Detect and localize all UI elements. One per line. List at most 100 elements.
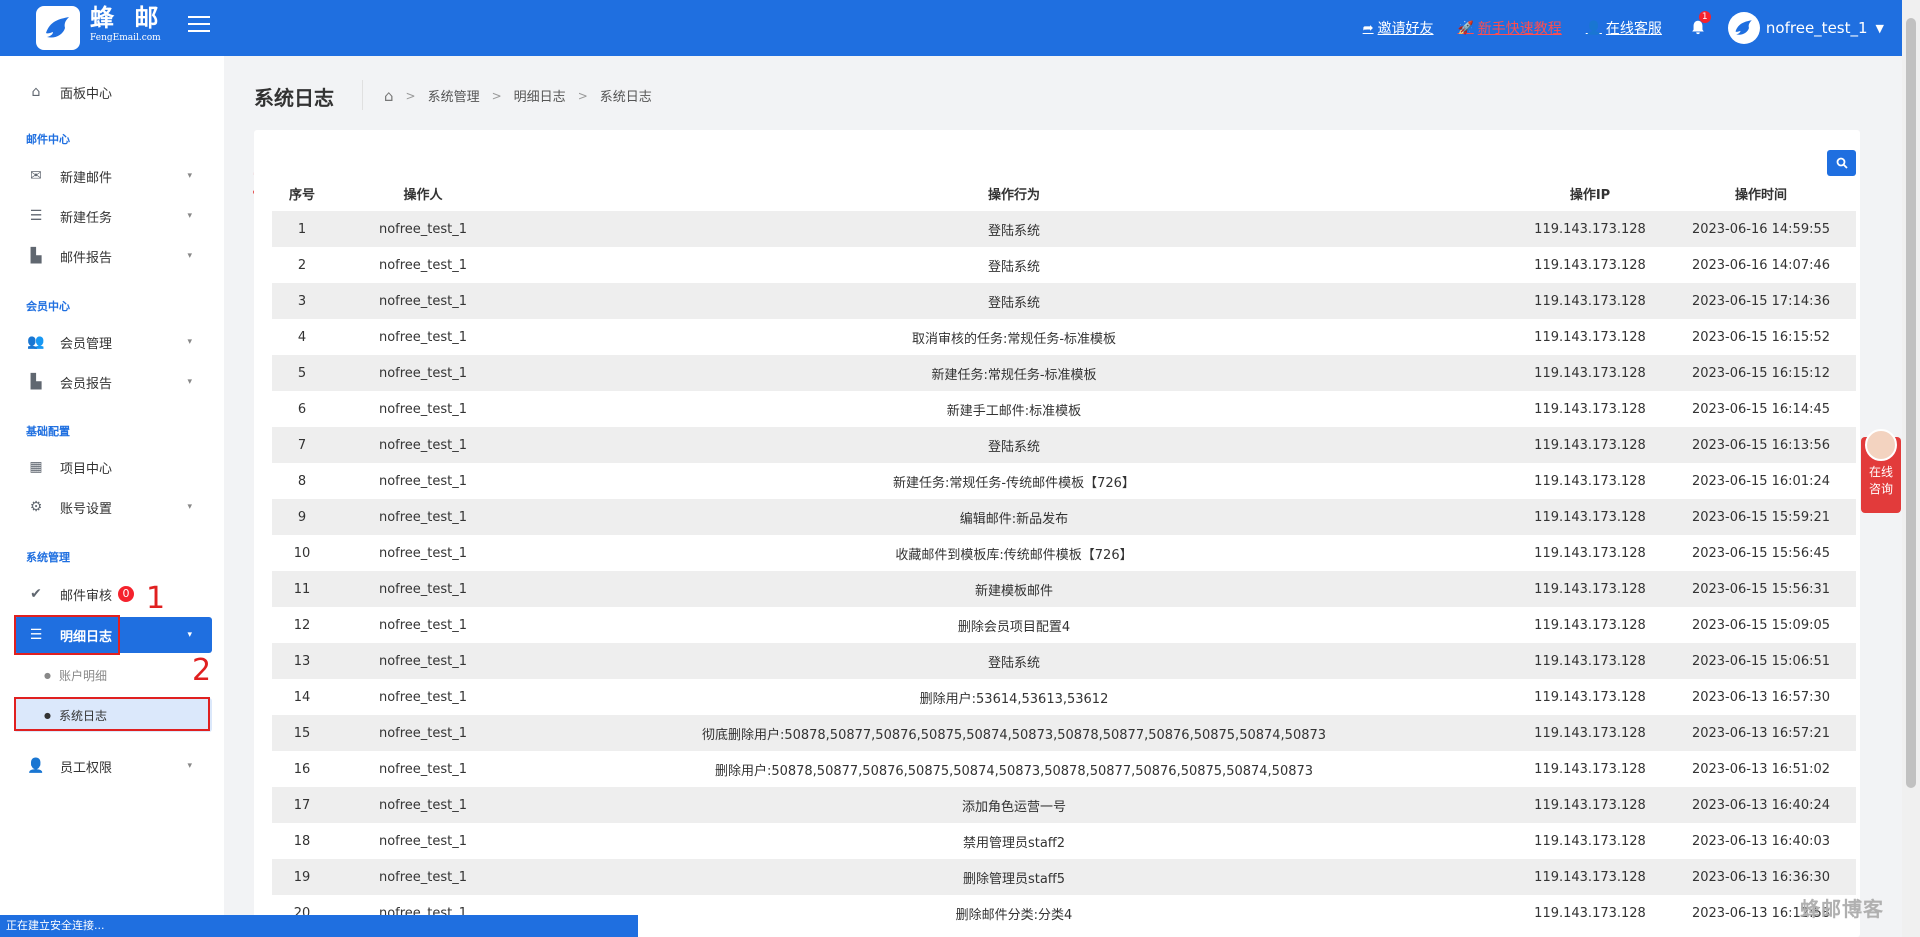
online-consult-widget[interactable]: 在线 咨询 [1861,429,1901,513]
sidebar-item-label: 邮件报告 [60,250,113,266]
sidebar-item-mail-report[interactable]: ▙ 邮件报告 ▾ [14,238,212,274]
cell-ip: 119.143.173.128 [1534,653,1646,669]
cell-ip: 119.143.173.128 [1534,437,1646,453]
breadcrumb-item[interactable]: 系统管理 [428,86,480,105]
cell-no: 14 [293,689,311,705]
sidebar-item-dashboard[interactable]: ⌂ 面板中心 [14,74,212,110]
chevron-down-icon: ▾ [187,337,192,347]
sidebar-item-member-manage[interactable]: 👥 会员管理 ▾ [14,324,212,360]
sidebar-subitem-account-detail[interactable]: ● 账户明细 [14,658,212,692]
table-row: 16 nofree_test_1 删除用户:50878,50877,50876,50… [272,751,1856,787]
cell-time: 2023-06-15 16:15:52 [1691,329,1831,345]
cell-action: 禁用管理员staff2 [962,835,1066,851]
chat-label-line2: 咨询 [1868,482,1893,496]
table-row: 6 nofree_test_1 新建手工邮件:标准模板 119.143.173.128… [272,391,1856,427]
cell-action: 取消审核的任务:常规任务-标准模板 [911,331,1117,347]
table-row: 14 nofree_test_1 删除用户:53614,53613,53612 119… [272,679,1856,715]
table-row: 11 nofree_test_1 新建模板邮件 119.143.173.128 2023… [272,571,1856,607]
section-system-manage: 系统管理 [26,551,70,564]
table-row: 5 nofree_test_1 新建任务:常规任务-标准模板 119.143.173.… [272,355,1856,391]
sidebar-item-label: 系统日志 [58,708,107,723]
check-icon: ✔ [30,586,42,602]
section-member-center: 会员中心 [26,300,70,313]
sidebar-item-label: 会员管理 [60,336,113,352]
cell-ip: 119.143.173.128 [1534,545,1646,561]
cell-action: 彻底删除用户:50878,50877,50876,50875,50874,508… [701,727,1327,743]
menu-toggle-icon[interactable] [188,16,210,36]
sidebar-item-detail-log[interactable]: ☰ 明细日志 ▾ [14,617,212,653]
cell-ip: 119.143.173.128 [1534,797,1646,813]
chevron-right-icon: > [405,88,416,103]
scrollbar-thumb[interactable] [1906,18,1916,788]
tutorial-link[interactable]: 🚀 新手快速教程 [1458,18,1562,38]
sidebar-subitem-system-log[interactable]: ● 系统日志 [14,698,212,732]
area-chart-icon: ▙ [30,374,42,390]
sidebar-item-label: 账号设置 [60,501,113,517]
top-header: 蜂 邮 FengEmail.com ➦ 邀请好友 🚀 新手快速教程 👤 在线客服… [0,0,1920,56]
share-icon: ➦ [1362,20,1374,36]
cell-no: 16 [293,761,311,777]
cell-action: 新建手工邮件:标准模板 [946,403,1082,419]
chevron-down-icon: ▾ [187,171,192,181]
col-header-time: 操作时间 [1734,187,1787,203]
cell-time: 2023-06-13 16:51:02 [1691,761,1831,777]
invite-friends-link[interactable]: ➦ 邀请好友 [1363,18,1434,38]
table-body: 1 nofree_test_1 登陆系统 119.143.173.128 2023-06… [272,211,1856,931]
cell-no: 15 [293,725,311,741]
cell-time: 2023-06-15 15:59:21 [1691,509,1831,525]
sidebar-item-new-mail[interactable]: ✉ 新建邮件 ▾ [14,158,212,194]
sidebar-item-new-task[interactable]: ☰ 新建任务 ▾ [14,198,212,234]
table-row: 1 nofree_test_1 登陆系统 119.143.173.128 2023-06… [272,211,1856,247]
title-divider [362,80,363,110]
breadcrumb-item: 系统日志 [599,90,652,105]
section-basic-config: 基础配置 [26,425,70,438]
sidebar-item-member-report[interactable]: ▙ 会员报告 ▾ [14,364,212,400]
cell-action: 新建任务:常规任务-传统邮件模板【726】 [893,475,1135,491]
cell-no: 1 [297,221,307,237]
cell-time: 2023-06-15 15:56:45 [1691,545,1831,561]
sidebar-item-staff-permission[interactable]: 👤 员工权限 ▾ [14,748,212,784]
cell-time: 2023-06-15 15:06:51 [1691,653,1831,669]
cell-no: 4 [297,329,307,345]
home-icon[interactable]: ⌂ [384,87,394,105]
list-icon: ☰ [29,208,43,224]
cell-operator: nofree_test_1 [378,797,468,813]
notification-bell[interactable]: 1 [1690,11,1711,37]
sidebar-item-label: 明细日志 [60,629,113,645]
cell-ip: 119.143.173.128 [1534,833,1646,849]
brand-logo[interactable] [36,6,80,50]
watermark: 蜂邮博客 [1800,897,1884,921]
cell-ip: 119.143.173.128 [1534,365,1646,381]
cubes-icon: ▦ [29,459,43,475]
search-button[interactable] [1827,150,1856,176]
chevron-down-icon: ▾ [187,251,192,261]
page-scrollbar[interactable] [1902,0,1920,937]
table-row: 7 nofree_test_1 登陆系统 119.143.173.128 2023-06… [272,427,1856,463]
cell-no: 11 [293,581,311,597]
cell-ip: 119.143.173.128 [1534,509,1646,525]
chevron-down-icon: ▾ [187,630,192,640]
notification-count-badge: 1 [1698,11,1711,23]
envelope-icon: ✉ [30,168,42,184]
cell-action: 登陆系统 [987,439,1040,455]
support-label: 在线客服 [1605,21,1662,37]
table-row: 3 nofree_test_1 登陆系统 119.143.173.128 2023-06… [272,283,1856,319]
cell-ip: 119.143.173.128 [1534,869,1646,885]
online-support-link[interactable]: 👤 在线客服 [1586,18,1662,38]
cell-ip: 119.143.173.128 [1534,617,1646,633]
breadcrumb-item[interactable]: 明细日志 [514,86,566,105]
bird-icon [46,17,69,38]
cell-operator: nofree_test_1 [378,869,468,885]
sidebar-item-project-center[interactable]: ▦ 项目中心 [14,449,212,485]
sidebar-item-mail-review[interactable]: ✔ 邮件审核 0 [14,576,212,612]
chevron-down-icon: ▾ [187,761,192,771]
chevron-down-icon: ▾ [187,211,192,221]
sidebar-item-label: 项目中心 [60,461,113,477]
caret-down-icon: ▼ [1875,21,1884,35]
cell-time: 2023-06-13 16:57:30 [1691,689,1831,705]
cell-operator: nofree_test_1 [378,581,468,597]
chevron-down-icon: ▾ [187,502,192,512]
cell-time: 2023-06-13 16:40:24 [1691,797,1831,813]
sidebar-item-account-settings[interactable]: ⚙ 账号设置 ▾ [14,489,212,525]
user-menu[interactable]: nofree_test_1 ▼ [1727,12,1884,44]
